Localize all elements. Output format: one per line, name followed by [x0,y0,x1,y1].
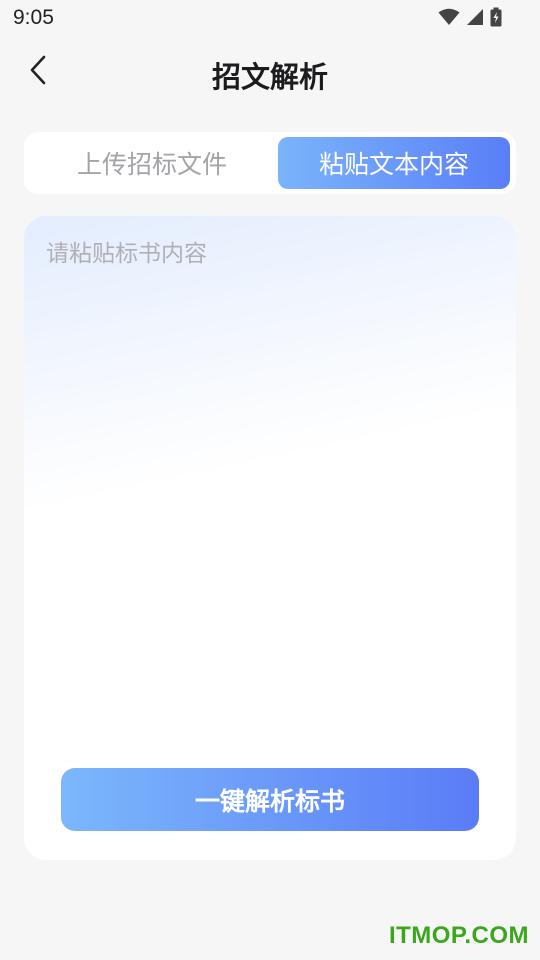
app-screen: 9:05 招文解析 上传招标文件 粘贴文本内容 请粘贴标书内容 一键解析标书 I… [0,0,540,960]
watermark-text: ITMOP.COM [388,922,529,949]
tab-upload-file[interactable]: 上传招标文件 [30,137,274,189]
battery-charging-icon [490,7,502,31]
paste-card: 一键解析标书 [24,216,516,860]
analyze-button[interactable]: 一键解析标书 [61,768,479,831]
tab-paste-text[interactable]: 粘贴文本内容 [278,137,510,189]
status-time: 9:05 [13,6,54,29]
wifi-icon [438,8,460,30]
header: 招文解析 [0,40,540,106]
status-icons [438,7,502,31]
cell-signal-icon [466,8,484,30]
status-bar: 9:05 [0,0,540,38]
paste-text-input[interactable] [46,238,494,738]
page-title: 招文解析 [211,60,328,94]
segmented-tabs: 上传招标文件 粘贴文本内容 [24,132,516,194]
